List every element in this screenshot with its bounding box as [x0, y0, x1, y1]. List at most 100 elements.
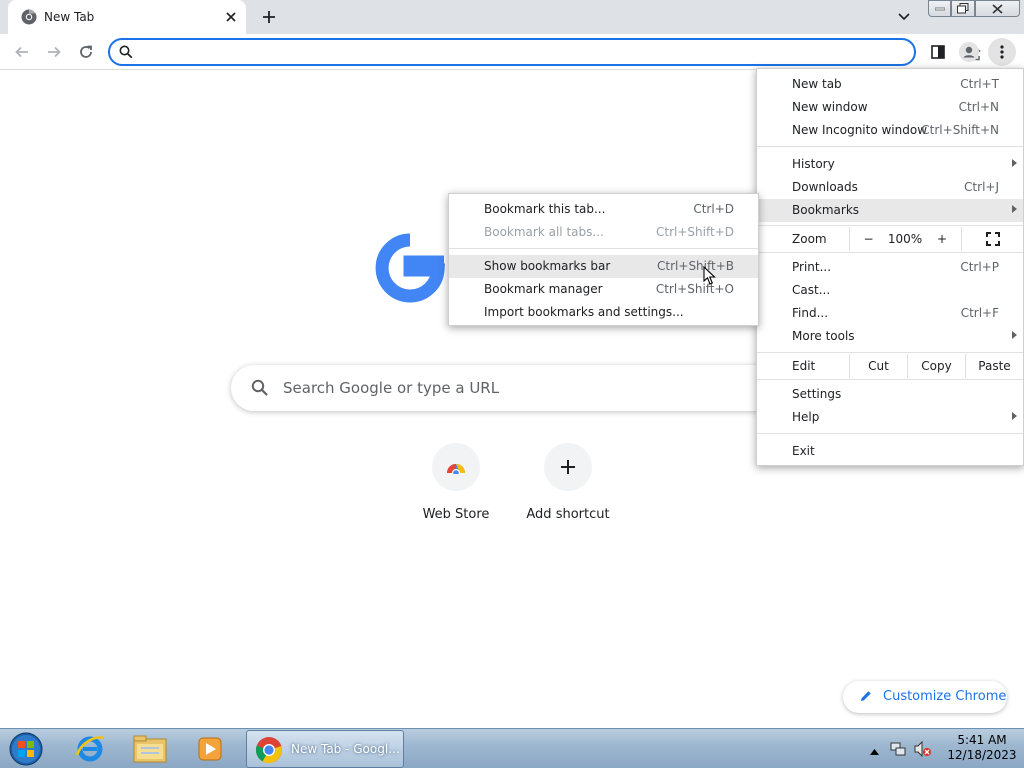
chrome-menu-button[interactable] [988, 38, 1016, 66]
menu-shortcut: Ctrl+N [958, 100, 999, 114]
submenu-arrow-icon [1012, 205, 1017, 213]
menu-shortcut: Ctrl+F [960, 306, 999, 320]
forward-button[interactable] [40, 38, 68, 66]
chrome-main-menu: New tab Ctrl+T New window Ctrl+N New Inc… [756, 68, 1024, 466]
menu-item-find[interactable]: Find... Ctrl+F [757, 302, 1023, 325]
ntp-search-box[interactable]: Search Google or type a URL [231, 365, 791, 411]
customize-chrome-button[interactable]: Customize Chrome [843, 681, 1007, 713]
webstore-icon [432, 443, 480, 491]
menu-item-downloads[interactable]: Downloads Ctrl+J [757, 176, 1023, 199]
menu-item-exit[interactable]: Exit [757, 440, 1023, 463]
internet-explorer-icon [75, 736, 104, 762]
address-bar[interactable] [108, 38, 1015, 66]
submenu-arrow-icon [1012, 412, 1017, 420]
media-player-icon [198, 737, 222, 761]
reload-icon [80, 45, 92, 58]
menu-shortcut: Ctrl+D [693, 202, 734, 216]
menu-item-bookmarks[interactable]: Bookmarks [757, 199, 1023, 222]
chrome-favicon-icon [21, 9, 37, 25]
chrome-icon [255, 736, 283, 767]
menu-divider [757, 146, 1023, 147]
ntp-search-placeholder: Search Google or type a URL [283, 379, 500, 397]
fullscreen-button[interactable] [961, 227, 1023, 251]
back-arrow-icon [15, 46, 28, 58]
menu-item-cast[interactable]: Cast... [757, 279, 1023, 302]
window-minimize-button[interactable] [928, 0, 951, 17]
menu-item-print[interactable]: Print... Ctrl+P [757, 256, 1023, 279]
menu-item-incognito[interactable]: New Incognito window Ctrl+Shift+N [757, 119, 1023, 142]
zoom-in-button[interactable]: + [923, 227, 961, 251]
menu-shortcut: Ctrl+Shift+B [657, 259, 734, 273]
reload-button[interactable] [72, 38, 100, 66]
taskbar-internet-explorer[interactable] [64, 731, 116, 767]
menu-item-more-tools[interactable]: More tools [757, 325, 1023, 348]
start-button[interactable] [6, 730, 46, 768]
paste-button[interactable]: Paste [965, 354, 1023, 378]
menu-item-bookmark-this-tab[interactable]: Bookmark this tab... Ctrl+D [449, 198, 758, 221]
menu-item-help[interactable]: Help [757, 406, 1023, 429]
cut-button[interactable]: Cut [849, 354, 907, 378]
menu-label: New tab [792, 77, 842, 91]
menu-divider [757, 352, 1023, 353]
tab-close-icon[interactable] [222, 8, 240, 26]
window-close-button[interactable] [975, 0, 1020, 17]
side-panel-icon [931, 45, 945, 59]
windows-start-orb-icon [9, 732, 43, 766]
shortcut-label: Add shortcut [526, 507, 610, 522]
chevron-down-icon [898, 13, 910, 21]
menu-shortcut: Ctrl+J [964, 180, 999, 194]
taskbar-chrome[interactable]: New Tab - Googl... [246, 730, 404, 768]
edit-label: Edit [792, 359, 816, 373]
profile-button[interactable] [955, 38, 983, 66]
copy-button[interactable]: Copy [907, 354, 965, 378]
menu-label: Downloads [792, 180, 858, 194]
fullscreen-icon [985, 232, 1000, 246]
google-logo [374, 232, 446, 307]
profile-avatar-icon [959, 42, 979, 62]
shortcut-web-store[interactable]: Web Store [400, 443, 512, 533]
menu-item-new-tab[interactable]: New tab Ctrl+T [757, 73, 1023, 96]
side-panel-button[interactable] [924, 38, 952, 66]
windows-taskbar: New Tab - Googl... 5:41 AM 12/18/2023 [0, 728, 1024, 768]
browser-toolbar [0, 34, 1024, 70]
menu-zoom-row: Zoom − 100% + [757, 227, 1023, 251]
window-restore-button[interactable] [951, 0, 975, 17]
menu-divider [449, 248, 758, 249]
menu-edit-row: Edit Cut Copy Paste [757, 354, 1023, 378]
folder-icon [133, 735, 167, 763]
clock-date: 12/18/2023 [947, 748, 1017, 762]
taskbar-chrome-label: New Tab - Googl... [291, 742, 400, 756]
menu-label: Find... [792, 306, 829, 320]
taskbar-file-explorer[interactable] [124, 731, 176, 767]
tab-new-tab[interactable]: New Tab [8, 0, 246, 34]
menu-divider [757, 379, 1023, 380]
close-icon [992, 3, 1003, 14]
network-icon[interactable] [890, 741, 906, 760]
zoom-out-button[interactable]: − [849, 227, 887, 251]
menu-shortcut: Ctrl+P [960, 260, 999, 274]
menu-item-history[interactable]: History [757, 153, 1023, 176]
menu-shortcut: Ctrl+Shift+N [921, 123, 999, 137]
back-button[interactable] [8, 38, 36, 66]
pencil-icon [859, 689, 873, 706]
show-hidden-icons-icon[interactable] [870, 744, 879, 758]
menu-item-new-window[interactable]: New window Ctrl+N [757, 96, 1023, 119]
tab-search-button[interactable] [894, 8, 914, 26]
menu-item-import-bookmarks[interactable]: Import bookmarks and settings... [449, 301, 758, 324]
forward-arrow-icon [48, 46, 61, 58]
menu-label: Help [792, 410, 820, 424]
address-input[interactable] [142, 42, 842, 62]
plus-icon [263, 11, 275, 23]
menu-label: Bookmarks [792, 203, 860, 217]
taskbar-media-player[interactable] [184, 731, 236, 767]
kebab-menu-icon [1000, 45, 1004, 59]
new-tab-button[interactable] [258, 6, 280, 28]
menu-item-bookmark-all-tabs: Bookmark all tabs... Ctrl+Shift+D [449, 221, 758, 244]
shortcut-label: Web Store [422, 507, 490, 522]
volume-muted-icon[interactable] [914, 740, 932, 760]
menu-label: Import bookmarks and settings... [484, 305, 684, 319]
plus-icon [544, 443, 592, 491]
shortcut-add[interactable]: Add shortcut [512, 443, 624, 533]
menu-item-settings[interactable]: Settings [757, 383, 1023, 406]
taskbar-clock[interactable]: 5:41 AM 12/18/2023 [942, 733, 1022, 763]
